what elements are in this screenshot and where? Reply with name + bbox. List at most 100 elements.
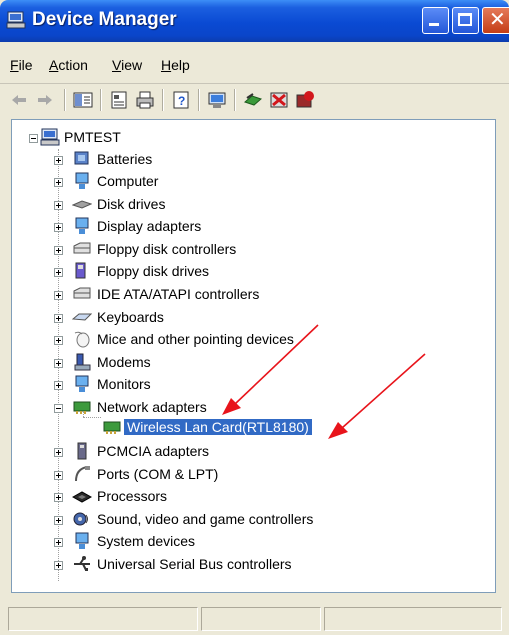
help-icon[interactable]: ?	[170, 89, 192, 111]
menu-view[interactable]: View	[112, 57, 142, 73]
tree-item-label: Mice and other pointing devices	[97, 331, 294, 347]
menu-bar: File Action View Help	[0, 53, 509, 79]
tree-item-label: Disk drives	[97, 196, 166, 212]
expand-icon[interactable]	[54, 381, 63, 390]
tree-item-display-adapters[interactable]: Display adapters	[12, 217, 412, 237]
expand-icon[interactable]	[54, 493, 63, 502]
tree-item-ports[interactable]: Ports (COM & LPT)	[12, 465, 412, 485]
tree-item-system-devices[interactable]: System devices	[12, 532, 412, 552]
maximize-button[interactable]	[452, 7, 479, 34]
tree-item-label: Sound, video and game controllers	[97, 511, 314, 527]
status-bar	[0, 605, 509, 635]
system-device-icon	[75, 532, 89, 549]
status-panel	[201, 607, 321, 631]
tree-item-label: Floppy disk drives	[97, 263, 210, 279]
sound-icon	[73, 512, 88, 526]
tree-item-label: Floppy disk controllers	[97, 241, 237, 257]
collapse-icon[interactable]	[29, 134, 38, 143]
tree-item-batteries[interactable]: Batteries	[12, 150, 412, 170]
expand-icon[interactable]	[54, 359, 63, 368]
close-button[interactable]: ✕	[482, 7, 509, 34]
expand-icon[interactable]	[54, 561, 63, 570]
scan-hardware-icon[interactable]	[206, 89, 228, 111]
expand-icon[interactable]	[54, 291, 63, 300]
expand-icon[interactable]	[54, 268, 63, 277]
menu-divider	[0, 83, 509, 84]
pcmcia-icon	[77, 442, 87, 460]
tree-item-monitors[interactable]: Monitors	[12, 375, 412, 395]
update-driver-icon[interactable]	[242, 89, 264, 111]
menu-help[interactable]: Help	[161, 57, 190, 73]
print-icon[interactable]	[134, 89, 156, 111]
title-bar[interactable]: Device Manager ✕	[0, 0, 509, 42]
uninstall-icon[interactable]	[268, 89, 290, 111]
tree-item-computer[interactable]: Computer	[12, 172, 412, 192]
back-arrow-icon[interactable]	[8, 89, 30, 111]
tree-item-modems[interactable]: Modems	[12, 353, 412, 373]
minimize-button[interactable]	[422, 7, 449, 34]
ide-controller-icon	[73, 287, 91, 299]
menu-file[interactable]: File	[10, 57, 33, 73]
tree-item-usb-controllers[interactable]: Universal Serial Bus controllers	[12, 555, 412, 575]
device-manager-window: Device Manager ✕ File Action View Help ?	[0, 0, 509, 635]
tree-root-node[interactable]: PMTEST	[12, 128, 212, 148]
network-adapter-icon	[73, 401, 91, 414]
floppy-drive-icon	[75, 262, 86, 279]
tree-item-floppy-disk-controllers[interactable]: Floppy disk controllers	[12, 240, 412, 260]
tree-item-label: Computer	[97, 173, 159, 189]
expand-icon[interactable]	[54, 538, 63, 547]
expand-icon[interactable]	[54, 471, 63, 480]
expand-icon[interactable]	[54, 201, 63, 210]
menu-action-mnemonic: A	[49, 57, 59, 73]
close-icon: ✕	[489, 9, 506, 31]
properties-icon[interactable]	[108, 89, 130, 111]
expand-icon[interactable]	[54, 314, 63, 323]
expand-icon[interactable]	[54, 156, 63, 165]
collapse-icon[interactable]	[54, 404, 63, 413]
minimize-icon	[429, 23, 439, 26]
disk-drive-icon	[72, 200, 92, 209]
processor-icon	[72, 491, 92, 503]
floppy-controller-icon	[73, 242, 91, 254]
tree-item-label: Universal Serial Bus controllers	[97, 556, 292, 572]
tree-item-processors[interactable]: Processors	[12, 487, 412, 507]
tree-item-label: Keyboards	[97, 309, 164, 325]
tree-item-sound-video[interactable]: Sound, video and game controllers	[12, 510, 412, 530]
window-title: Device Manager	[32, 9, 177, 30]
tree-item-wireless-lan-card[interactable]: Wireless Lan Card(RTL8180)	[12, 418, 412, 438]
expand-icon[interactable]	[54, 448, 63, 457]
expand-icon[interactable]	[54, 336, 63, 345]
expand-icon[interactable]	[54, 223, 63, 232]
menu-action-label: ction	[58, 57, 88, 73]
toolbar-divider	[100, 89, 102, 111]
network-adapter-icon	[103, 421, 121, 434]
device-manager-icon	[6, 11, 26, 29]
menu-view-label: iew	[121, 57, 143, 73]
tree-item-disk-drives[interactable]: Disk drives	[12, 195, 412, 215]
tree-item-ide-controllers[interactable]: IDE ATA/ATAPI controllers	[12, 285, 412, 305]
tree-item-label: IDE ATA/ATAPI controllers	[97, 286, 260, 302]
maximize-icon	[458, 13, 472, 26]
menu-action[interactable]: Action	[49, 57, 88, 73]
disable-device-icon[interactable]	[294, 89, 316, 111]
tree-item-keyboards[interactable]: Keyboards	[12, 308, 412, 328]
modem-icon	[74, 353, 91, 371]
show-hide-tree-icon[interactable]	[72, 89, 94, 111]
menu-file-label: ile	[18, 57, 33, 73]
tree-item-pcmcia[interactable]: PCMCIA adapters	[12, 442, 412, 462]
forward-arrow-icon[interactable]	[34, 89, 56, 111]
expand-icon[interactable]	[54, 246, 63, 255]
status-panel	[8, 607, 198, 631]
tree-root-label: PMTEST	[64, 129, 121, 145]
device-tree[interactable]: PMTEST Batteries Computer Disk drives Di…	[11, 119, 496, 593]
tree-item-mice[interactable]: Mice and other pointing devices	[12, 330, 412, 350]
expand-icon[interactable]	[54, 178, 63, 187]
menu-file-mnemonic: F	[10, 57, 19, 73]
svg-text:?: ?	[178, 94, 185, 108]
tree-item-label: PCMCIA adapters	[97, 443, 210, 459]
battery-icon	[74, 151, 89, 165]
tree-item-network-adapters[interactable]: Network adapters	[12, 398, 412, 418]
expand-icon[interactable]	[54, 516, 63, 525]
toolbar: ?	[0, 87, 509, 115]
tree-item-floppy-disk-drives[interactable]: Floppy disk drives	[12, 262, 412, 282]
